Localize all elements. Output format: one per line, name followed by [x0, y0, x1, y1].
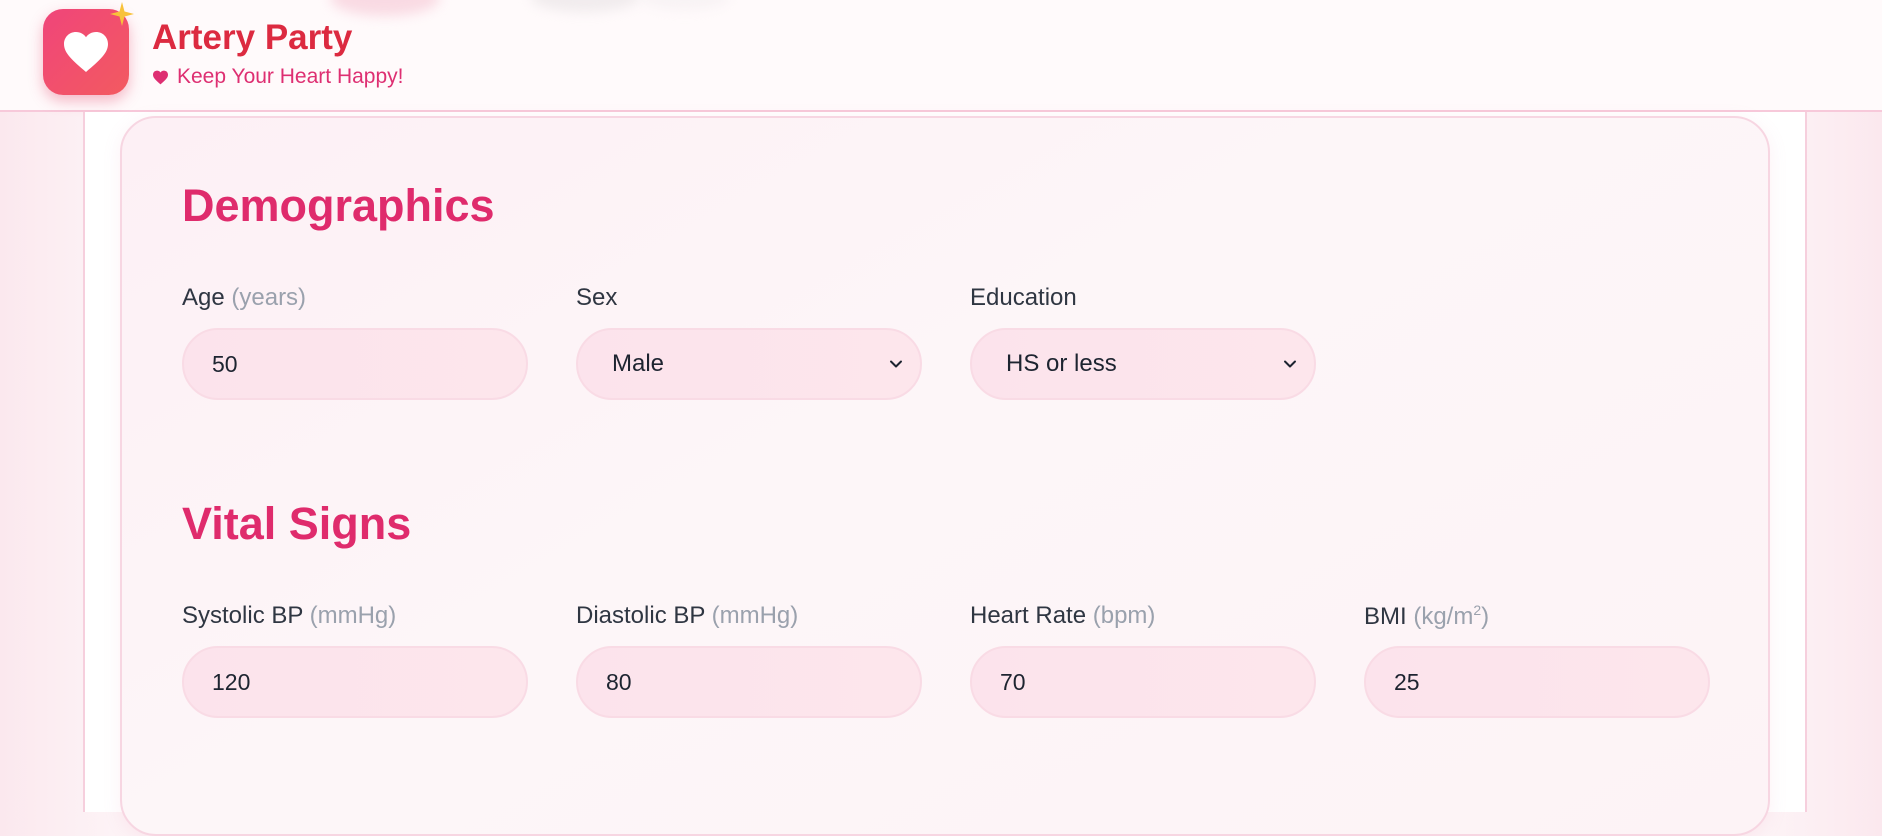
sex-label: Sex — [576, 284, 617, 312]
bmi-input[interactable]: 25 — [1364, 646, 1710, 718]
diastolic-unit: (mmHg) — [711, 602, 799, 629]
heart-rate-label-text: Heart Rate — [970, 602, 1087, 629]
education-label: Education — [970, 284, 1077, 312]
section-title-vital-signs: Vital Signs — [182, 498, 412, 549]
form-card: Demographics Age (years) 50 Sex Male Edu… — [120, 116, 1770, 836]
sparkle-icon — [110, 2, 134, 26]
heart-icon — [64, 32, 108, 72]
sex-value: Male — [612, 350, 665, 377]
systolic-bp-input[interactable]: 120 — [182, 646, 528, 718]
chevron-down-icon — [1284, 360, 1296, 368]
age-label: Age (years) — [182, 284, 306, 312]
age-value: 50 — [212, 350, 238, 377]
diastolic-bp-input[interactable]: 80 — [576, 646, 922, 718]
age-label-text: Age — [182, 284, 225, 311]
section-title-demographics: Demographics — [182, 180, 495, 231]
education-select[interactable]: HS or less — [970, 328, 1316, 400]
systolic-label-text: Systolic BP — [182, 602, 303, 629]
bmi-label-text: BMI — [1364, 603, 1407, 630]
systolic-label: Systolic BP (mmHg) — [182, 602, 396, 630]
bmi-label: BMI (kg/m2) — [1364, 602, 1489, 631]
diastolic-label: Diastolic BP (mmHg) — [576, 602, 798, 630]
heart-icon — [153, 70, 168, 84]
education-value: HS or less — [1006, 350, 1117, 377]
age-input[interactable]: 50 — [182, 328, 528, 400]
app-tagline: Keep Your Heart Happy! — [152, 65, 404, 89]
diastolic-label-text: Diastolic BP — [576, 602, 705, 629]
chevron-down-icon — [890, 360, 902, 368]
sex-select[interactable]: Male — [576, 328, 922, 400]
bmi-unit-suffix: ) — [1481, 603, 1490, 630]
diastolic-value: 80 — [606, 668, 632, 695]
bmi-unit: (kg/m2) — [1413, 602, 1490, 630]
heart-rate-input[interactable]: 70 — [970, 646, 1316, 718]
systolic-unit: (mmHg) — [309, 602, 397, 629]
bmi-unit-sup: 2 — [1473, 602, 1482, 618]
decorative-blur — [530, 0, 640, 12]
decorative-blur — [640, 0, 730, 10]
app-title: Artery Party — [152, 18, 353, 57]
app-header: Artery Party Keep Your Heart Happy! — [0, 0, 1882, 112]
heart-rate-unit: (bpm) — [1092, 602, 1156, 629]
bmi-unit-prefix: (kg/m — [1413, 603, 1474, 630]
tagline-text: Keep Your Heart Happy! — [177, 65, 404, 88]
systolic-value: 120 — [212, 668, 251, 695]
heart-rate-label: Heart Rate (bpm) — [970, 602, 1155, 630]
age-unit: (years) — [231, 284, 307, 311]
education-label-text: Education — [970, 284, 1077, 311]
sex-label-text: Sex — [576, 284, 618, 311]
heart-rate-value: 70 — [1000, 668, 1026, 695]
bmi-value: 25 — [1394, 668, 1420, 695]
decorative-blur — [330, 0, 440, 16]
